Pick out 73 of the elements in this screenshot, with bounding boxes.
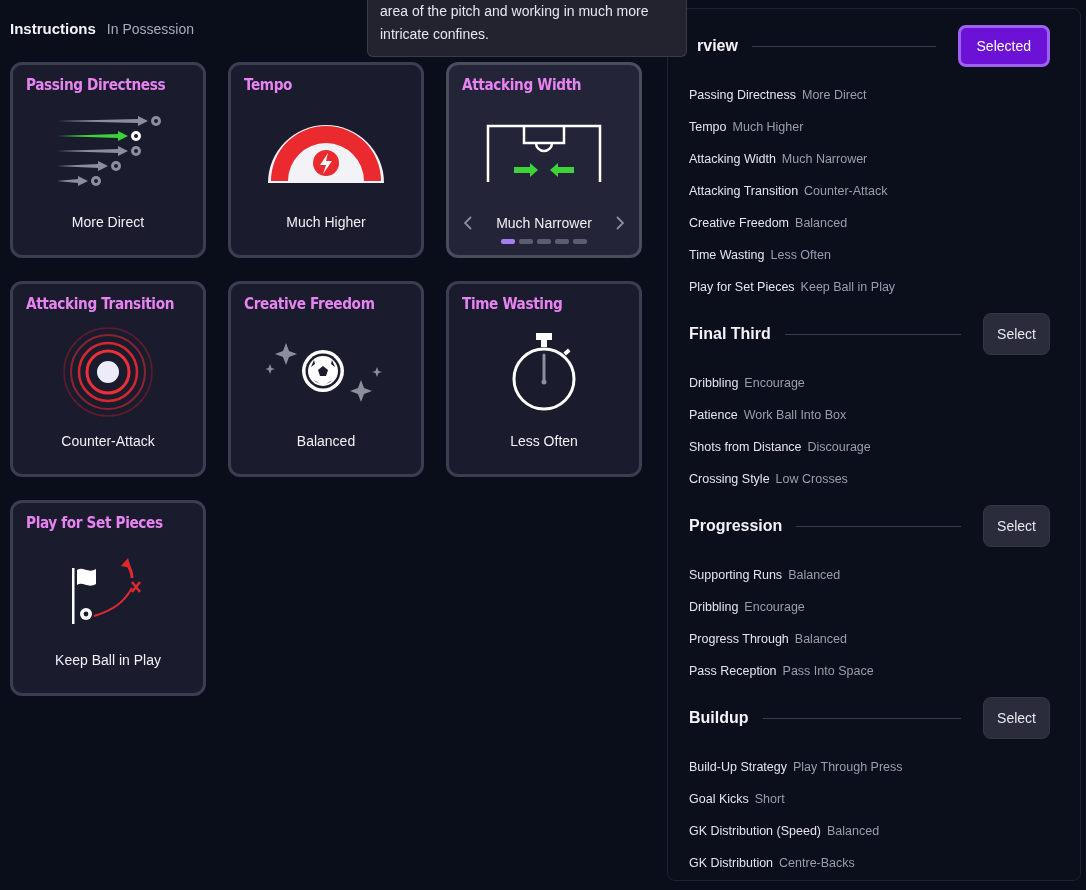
setting-value: Balanced — [794, 632, 847, 646]
section-title: rview — [697, 37, 738, 55]
option-value: Balanced — [296, 433, 356, 449]
instruction-card[interactable]: Passing Directness More Direct — [10, 62, 206, 258]
chevron-right-icon[interactable] — [615, 216, 624, 230]
setting-label: Creative Freedom — [689, 216, 790, 230]
setting-label: Attacking Width — [689, 152, 776, 166]
tooltip: area of the pitch and working in much more intricate confines. — [367, 0, 687, 57]
select-button[interactable]: Selected — [957, 25, 1050, 67]
option-value: Keep Ball in Play — [55, 652, 161, 668]
setting-value: Encourage — [744, 600, 805, 614]
card-title: Passing Directness — [26, 75, 166, 94]
option-value: Much Narrower — [496, 215, 592, 231]
card-title: Attacking Width — [462, 75, 582, 94]
instruction-card[interactable]: Creative Freedom Balanced — [228, 281, 424, 477]
select-button[interactable]: Select — [983, 313, 1050, 355]
setting-label: Patience — [689, 408, 738, 422]
setting-value: Discourage — [807, 440, 871, 454]
target-rings-icon — [62, 325, 154, 418]
setting-value: Pass Into Space — [782, 664, 874, 678]
setting-value: Low Crosses — [775, 472, 848, 486]
page-title: Instructions — [10, 20, 96, 37]
card-title: Tempo — [244, 75, 293, 94]
instruction-card[interactable]: Tempo Much Higher — [228, 62, 424, 258]
option-value: Less Often — [510, 433, 578, 449]
setting-value: Work Ball Into Box — [743, 408, 847, 422]
setting-label: Passing Directness — [689, 88, 796, 102]
setting-label: Build-Up Strategy — [689, 760, 787, 774]
instruction-card[interactable]: Time Wasting Less Often — [446, 281, 642, 477]
setting-value: Balanced — [827, 824, 880, 838]
setting-label: Crossing Style — [689, 472, 770, 486]
setting-value: Less Often — [770, 248, 831, 262]
setting-label: Progress Through — [689, 632, 789, 646]
setting-value: Balanced — [795, 216, 848, 230]
section-title: Final Third — [689, 325, 771, 343]
setting-value: Centre-Backs — [779, 856, 855, 870]
card-title: Creative Freedom — [244, 294, 375, 313]
setting-value: Short — [754, 792, 785, 806]
setting-label: Dribbling — [689, 376, 739, 390]
setting-label: GK Distribution (Speed) — [689, 824, 821, 838]
setting-label: Pass Reception — [689, 664, 777, 678]
option-value: More Direct — [71, 214, 145, 230]
setting-value: Much Narrower — [781, 152, 868, 166]
option-value: Much Higher — [286, 214, 366, 230]
instruction-card[interactable]: Play for Set Pieces Keep Ball in Play — [10, 500, 206, 696]
page-subtitle[interactable]: In Possession — [106, 21, 194, 37]
card-title: Play for Set Pieces — [26, 513, 163, 532]
setting-value: More Direct — [802, 88, 867, 102]
card-title: Attacking Transition — [26, 294, 175, 313]
setting-label: Goal Kicks — [689, 792, 749, 806]
setting-label: Play for Set Pieces — [689, 280, 795, 294]
chevron-left-icon[interactable] — [464, 216, 473, 230]
setting-label: Shots from Distance — [689, 440, 802, 454]
select-button[interactable]: Select — [983, 697, 1050, 739]
setting-value: Balanced — [788, 568, 841, 582]
section-title: Progression — [689, 517, 783, 535]
setting-value: Much Higher — [732, 120, 804, 134]
option-value: Counter-Attack — [61, 433, 155, 449]
select-button[interactable]: Select — [983, 505, 1050, 547]
setting-label: Time Wasting — [689, 248, 765, 262]
setting-value: Keep Ball in Play — [800, 280, 896, 294]
setting-label: GK Distribution — [689, 856, 774, 870]
setting-label: Tempo — [689, 120, 727, 134]
section-title: Buildup — [689, 709, 749, 727]
setting-value: Play Through Press — [792, 760, 903, 774]
setting-value: Encourage — [744, 376, 805, 390]
card-title: Time Wasting — [462, 294, 563, 313]
instruction-card[interactable]: Attacking Transition Counter-Attack — [10, 281, 206, 477]
setting-label: Supporting Runs — [689, 568, 783, 582]
setting-label: Attacking Transition — [689, 184, 799, 198]
setting-label: Dribbling — [689, 600, 739, 614]
instruction-card[interactable]: Attacking Width Much Narrower — [446, 62, 642, 258]
setting-value: Counter-Attack — [804, 184, 888, 198]
